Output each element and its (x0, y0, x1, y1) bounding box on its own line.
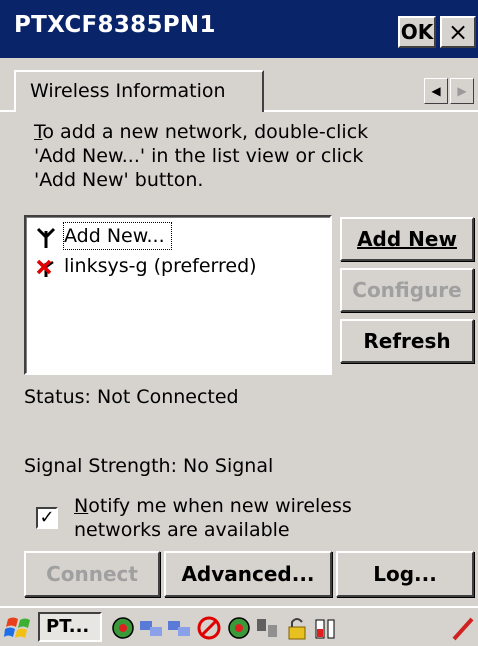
ok-button[interactable]: OK (398, 16, 436, 48)
advanced-button[interactable]: Advanced... (164, 551, 332, 597)
window-title: PTXCF8385PN1 (14, 12, 216, 38)
network-connection-icon[interactable] (166, 615, 192, 641)
taskbar: PT... (0, 606, 478, 646)
notify-checkbox[interactable]: ✓ (36, 507, 58, 529)
tab-scroll-arrows: ◀ ▶ (424, 78, 476, 104)
instructions-text: To add a new network, double-click 'Add … (34, 120, 464, 192)
refresh-button[interactable]: Refresh (340, 319, 474, 363)
status-text: Status: Not Connected (24, 386, 239, 408)
list-item-label: Add New... (63, 222, 172, 250)
notify-body: otify me when new wireless networks are … (74, 495, 352, 541)
add-new-button[interactable]: Add New (340, 217, 474, 261)
battery-icon[interactable] (312, 615, 338, 641)
list-item-label: linksys-g (preferred) (64, 255, 257, 277)
tab-wireless-information[interactable]: Wireless Information (14, 70, 264, 112)
start-windows-icon[interactable] (4, 613, 34, 641)
instructions-body: o add a new network, double-click 'Add N… (34, 121, 369, 191)
sync-icon[interactable] (254, 615, 280, 641)
disconnected-network-icon (36, 259, 54, 277)
close-button[interactable]: × (440, 16, 476, 48)
antenna-icon (36, 227, 56, 248)
network-globe-icon[interactable] (110, 615, 136, 641)
add-new-label: Add New (357, 227, 457, 251)
title-bar: PTXCF8385PN1 OK × (0, 0, 478, 58)
network-globe-icon[interactable] (226, 615, 252, 641)
connect-button[interactable]: Connect (24, 551, 160, 597)
notify-label: Notify me when new wireless networks are… (74, 494, 352, 542)
tab-scroll-left-icon[interactable]: ◀ (424, 78, 448, 104)
signal-strength-text: Signal Strength: No Signal (24, 455, 274, 477)
network-connection-icon[interactable] (138, 615, 164, 641)
lock-icon[interactable] (284, 615, 310, 641)
notify-mnemonic: N (74, 495, 89, 517)
taskbar-item[interactable]: PT... (38, 612, 102, 642)
configure-button[interactable]: Configure (340, 268, 474, 312)
tab-scroll-right-icon[interactable]: ▶ (450, 78, 474, 104)
log-button[interactable]: Log... (336, 551, 474, 597)
no-connection-icon[interactable] (196, 615, 222, 641)
pen-icon[interactable] (450, 615, 476, 641)
network-list[interactable]: Add New... linksys-g (preferred) (24, 215, 332, 375)
